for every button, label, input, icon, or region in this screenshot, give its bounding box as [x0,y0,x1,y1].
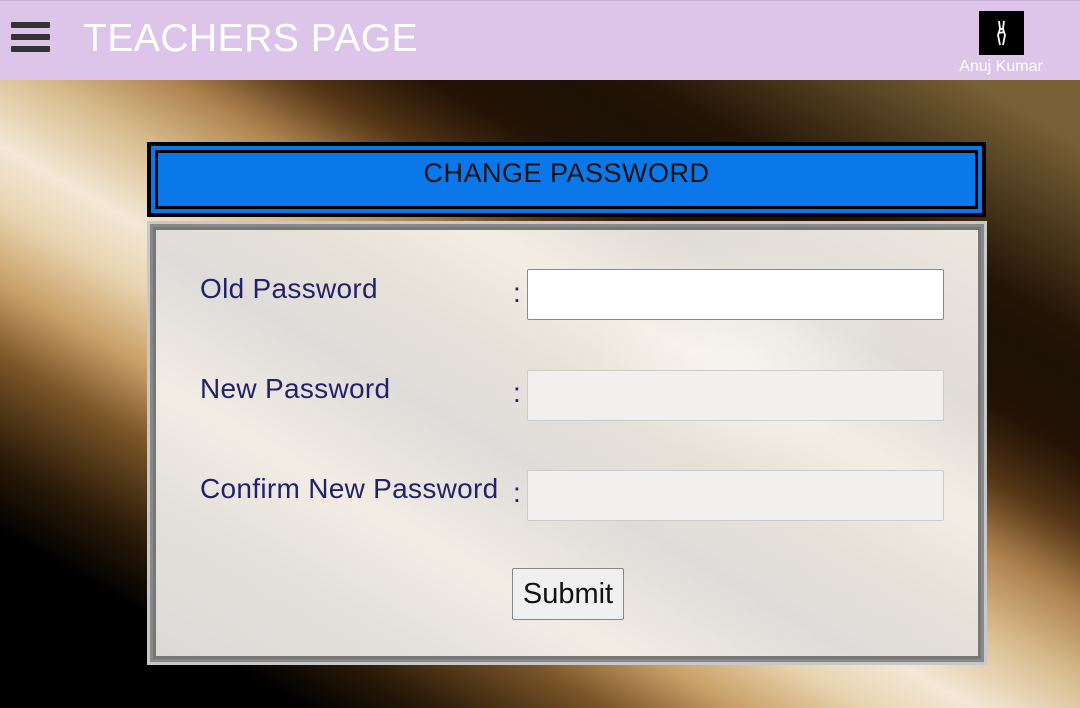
user-name[interactable]: Anuj Kumar [940,58,1062,76]
confirm-password-label: Confirm New Password [200,473,499,504]
top-bar: TEACHERS PAGE Anuj Kumar [0,0,1080,80]
change-password-header: CHANGE PASSWORD [147,142,986,217]
old-password-input[interactable] [527,269,944,320]
change-password-form: Old Password : New Password : Confirm Ne… [147,221,987,665]
old-password-colon: : [513,277,521,308]
confirm-password-colon: : [513,477,521,508]
hamburger-menu-icon[interactable] [11,22,50,58]
new-password-input[interactable] [527,370,944,421]
new-password-label: New Password [200,373,391,404]
form-heading: CHANGE PASSWORD [423,158,710,188]
page-title: TEACHERS PAGE [83,17,419,60]
submit-button[interactable]: Submit [512,568,624,620]
user-avatar-icon[interactable] [979,11,1024,55]
confirm-password-input[interactable] [527,470,944,521]
new-password-colon: : [513,377,521,408]
old-password-label: Old Password [200,273,378,304]
